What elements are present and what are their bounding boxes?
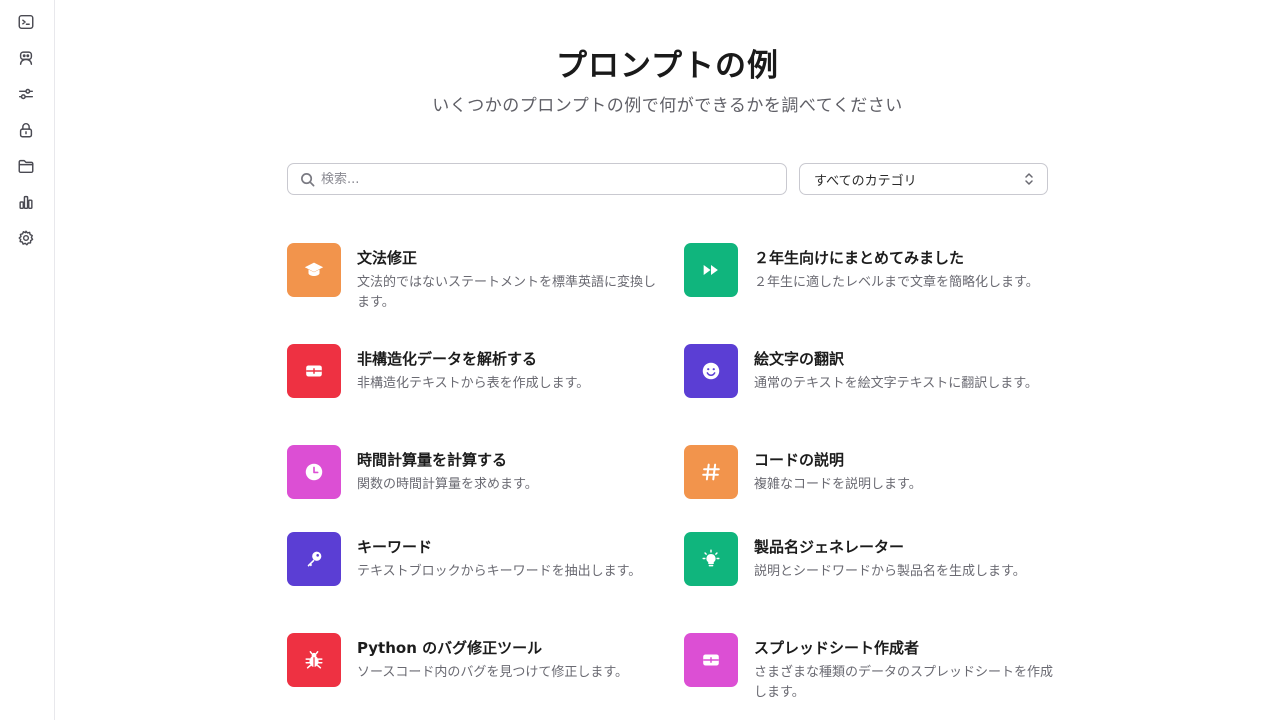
card-icon-tile: [684, 532, 738, 586]
card-description: 非構造化テキストから表を作成します。: [357, 376, 590, 391]
spreadsheet-icon: [703, 654, 719, 666]
main-content: プロンプトの例 いくつかのプロンプトの例で何ができるかを調べてください すべての…: [55, 0, 1280, 720]
search-input[interactable]: [321, 171, 761, 187]
bug-icon: [305, 651, 323, 669]
page-title: プロンプトの例: [555, 48, 780, 84]
card-title: キーワード: [357, 538, 433, 556]
card-icon-tile: [287, 532, 341, 586]
card-icon-tile: [287, 445, 341, 499]
prompt-card-time-complexity[interactable]: 時間計算量を計算する 関数の時間計算量を求めます。: [287, 445, 667, 525]
card-title: Python のバグ修正ツール: [357, 639, 543, 657]
prompt-card-python-bug-fixer[interactable]: Python のバグ修正ツール ソースコード内のバグを見つけて修正します。: [287, 633, 667, 713]
prompt-card-grammar-correction[interactable]: 文法修正 文法的ではないステートメントを標準英語に変換します。: [287, 243, 667, 323]
category-select-value: すべてのカテゴリ: [814, 173, 917, 189]
card-title: 時間計算量を計算する: [357, 451, 508, 469]
card-icon-tile: [684, 344, 738, 398]
card-title: 絵文字の翻訳: [754, 350, 845, 368]
card-title: スプレッドシート作成者: [754, 639, 920, 657]
card-description: 関数の時間計算量を求めます。: [357, 477, 538, 492]
prompt-card-keywords[interactable]: キーワード テキストブロックからキーワードを抽出します。: [287, 532, 667, 612]
card-icon-tile: [684, 445, 738, 499]
prompt-card-parse-unstructured-data[interactable]: 非構造化データを解析する 非構造化テキストから表を作成します。: [287, 344, 667, 424]
clock-icon: [305, 463, 323, 481]
lightbulb-icon: [702, 549, 720, 567]
prompt-card-emoji-translation[interactable]: 絵文字の翻訳 通常のテキストを絵文字テキストに翻訳します。: [684, 344, 1064, 424]
card-description: 通常のテキストを絵文字テキストに翻訳します。: [754, 376, 1038, 391]
card-description: 文法的ではないステートメントを標準英語に変換します。: [357, 275, 657, 310]
card-icon-tile: [287, 633, 341, 687]
card-description: 複雑なコードを説明します。: [754, 477, 922, 492]
smiley-icon: [702, 362, 720, 380]
gear-icon[interactable]: [16, 228, 36, 248]
table-icon: [306, 365, 322, 377]
search-icon: [301, 172, 315, 186]
prompt-card-product-name-generator[interactable]: 製品名ジェネレーター 説明とシードワードから製品名を生成します。: [684, 532, 1064, 612]
card-description: 説明とシードワードから製品名を生成します。: [754, 564, 1026, 579]
card-title: 非構造化データを解析する: [357, 350, 538, 368]
card-icon-tile: [684, 243, 738, 297]
card-description: ２年生に適したレベルまで文章を簡略化します。: [754, 275, 1039, 290]
card-title: コードの説明: [754, 451, 845, 469]
prompt-card-second-grader-summary[interactable]: ２年生向けにまとめてみました ２年生に適したレベルまで文章を簡略化します。: [684, 243, 1064, 323]
robot-icon[interactable]: [16, 48, 36, 68]
fast-forward-icon: [703, 264, 718, 276]
card-title: 文法修正: [357, 249, 418, 267]
card-description: ソースコード内のバグを見つけて修正します。: [357, 665, 629, 680]
prompt-card-explain-code[interactable]: コードの説明 複雑なコードを説明します。: [684, 445, 1064, 525]
card-title: 製品名ジェネレーター: [754, 538, 905, 556]
card-icon-tile: [287, 243, 341, 297]
folder-icon[interactable]: [16, 156, 36, 176]
lock-icon[interactable]: [16, 120, 36, 140]
bar-chart-icon[interactable]: [16, 192, 36, 212]
prompt-card-spreadsheet-creator[interactable]: スプレッドシート作成者 さまざまな種類のデータのスプレッドシートを作成します。: [684, 633, 1064, 713]
key-icon: [307, 551, 322, 567]
category-select[interactable]: すべてのカテゴリ: [799, 163, 1048, 195]
search-box[interactable]: [287, 163, 787, 195]
graduation-cap-icon: [304, 262, 324, 276]
card-description: テキストブロックからキーワードを抽出します。: [357, 564, 642, 579]
hashtag-icon: [702, 463, 720, 481]
card-icon-tile: [684, 633, 738, 687]
card-title: ２年生向けにまとめてみました: [754, 249, 965, 267]
page-subtitle: いくつかのプロンプトの例で何ができるかを調べてください: [432, 96, 903, 116]
card-description: さまざまな種類のデータのスプレッドシートを作成します。: [754, 665, 1054, 700]
terminal-icon[interactable]: [16, 12, 36, 32]
sliders-icon[interactable]: [16, 84, 36, 104]
card-icon-tile: [287, 344, 341, 398]
chevron-up-down-icon: [1023, 172, 1035, 186]
sidebar: [0, 0, 55, 720]
